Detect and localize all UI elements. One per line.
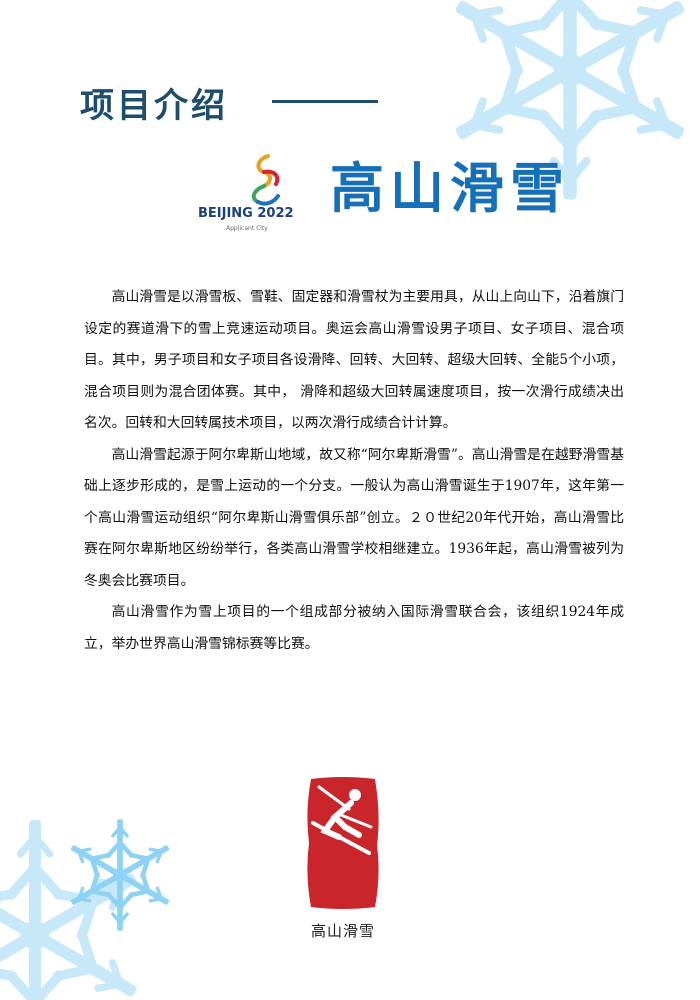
beijing-2022-emblem-icon: [251, 154, 280, 206]
logo-wordmark: BEIJING 2022: [198, 206, 294, 221]
paragraph: 高山滑雪起源于阿尔卑斯山地域，故又称“阿尔卑斯滑雪”。高山滑雪是在越野滑雪基础上…: [84, 446, 624, 589]
alpine-skiing-pictogram-icon: [307, 777, 379, 909]
paragraph: 高山滑雪是以滑雪板、雪鞋、固定器和滑雪杖为主要用具，从山上向山下，沿着旗门设定的…: [84, 289, 624, 431]
article-body: 高山滑雪是以滑雪板、雪鞋、固定器和滑雪杖为主要用具，从山上向山下，沿着旗门设定的…: [84, 282, 624, 660]
heading-dash: [272, 100, 378, 103]
logo-subtitle: Applicant City: [226, 225, 268, 232]
page-title: 高山滑雪: [330, 157, 570, 220]
emblem-caption: 高山滑雪: [310, 922, 375, 940]
beijing-2022-logo: BEIJING 2022 Applicant City: [198, 152, 312, 238]
section-heading: 项目介绍: [80, 86, 228, 126]
snowflake-icon: [55, 810, 185, 940]
paragraph: 高山滑雪作为雪上项目的一个组成部分被纳入国际滑雪联合会，该组织1924年成立，举…: [84, 604, 624, 652]
